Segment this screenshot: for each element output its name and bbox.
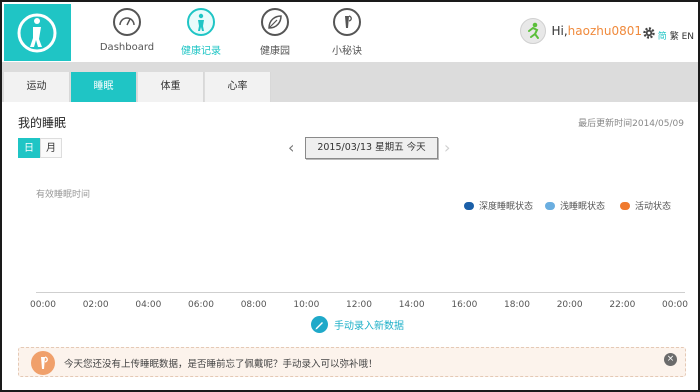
- legend-dot-icon: [464, 201, 474, 210]
- x-tick-label: 04:00: [135, 300, 162, 310]
- logo-icon: [17, 13, 57, 53]
- manual-entry-label: 手动录入新数据: [334, 321, 404, 332]
- page-title: 我的睡眠: [18, 116, 67, 130]
- legend-dot-icon: [545, 201, 555, 210]
- x-tick-label: 10:00: [293, 300, 320, 310]
- runner-icon: [528, 22, 540, 39]
- nav-label: 小秘诀: [332, 46, 362, 57]
- avatar[interactable]: [520, 18, 547, 44]
- tab-sleep[interactable]: 睡眠: [71, 72, 137, 102]
- x-tick-label: 08:00: [240, 300, 267, 310]
- user-menu[interactable]: Hi,haozhu0801: [520, 18, 642, 44]
- nav-label: 健康记录: [181, 46, 221, 57]
- dashboard-gauge-icon: [113, 8, 141, 36]
- tab-weight[interactable]: 体重: [138, 72, 204, 102]
- nav-label: 健康园: [260, 46, 290, 57]
- tip-icon: [31, 351, 55, 375]
- body-figure-icon: [187, 8, 215, 36]
- notice-banner: 今天您还没有上传睡眠数据，是否睡前忘了佩戴呢？手动录入可以弥补哦！ ×: [18, 347, 686, 377]
- prev-date-chevron-icon[interactable]: ‹: [288, 140, 300, 156]
- greeting: Hi,haozhu0801: [551, 24, 642, 38]
- legend-activity: 活动状态: [620, 199, 671, 212]
- nav-item-dashboard[interactable]: Dashboard: [87, 8, 167, 53]
- x-tick-label: 14:00: [398, 300, 425, 310]
- legend-light-sleep: 浅睡眠状态: [545, 199, 605, 212]
- legend-label: 浅睡眠状态: [560, 202, 606, 212]
- leaf-icon: [261, 8, 289, 36]
- date-display[interactable]: 2015/03/13 星期五 今天: [305, 137, 438, 159]
- mode-day-button[interactable]: 日: [18, 138, 40, 158]
- lang-english[interactable]: EN: [682, 32, 694, 42]
- close-icon[interactable]: ×: [664, 353, 677, 366]
- greeting-text: Hi,: [551, 24, 568, 38]
- mode-month-button[interactable]: 月: [40, 138, 62, 158]
- nav-item-tips[interactable]: 小秘诀: [307, 8, 387, 57]
- lang-simplified[interactable]: 简: [658, 32, 667, 42]
- language-switcher: 简 繁 EN: [658, 29, 694, 42]
- x-tick-label: 06:00: [188, 300, 214, 310]
- x-tick-label: 22:00: [609, 300, 636, 310]
- lang-traditional[interactable]: 繁: [670, 32, 679, 42]
- manual-entry-link[interactable]: 手动录入新数据: [311, 316, 404, 333]
- nav-label: Dashboard: [99, 42, 155, 53]
- x-tick-label: 12:00: [346, 300, 372, 310]
- legend-dot-icon: [620, 201, 630, 210]
- notice-text: 今天您还没有上传睡眠数据，是否睡前忘了佩戴呢？手动录入可以弥补哦！: [64, 359, 378, 370]
- app-logo[interactable]: [4, 4, 71, 61]
- legend-deep-sleep: 深度睡眠状态: [464, 199, 533, 212]
- chart-x-axis: [36, 292, 685, 293]
- x-tick-label: 00:00: [30, 300, 56, 310]
- next-date-chevron-icon[interactable]: ›: [444, 140, 456, 156]
- nav-item-health-garden[interactable]: 健康园: [235, 8, 315, 57]
- tip-icon: [333, 8, 361, 36]
- x-tick-label: 02:00: [82, 300, 109, 310]
- legend-label: 活动状态: [635, 202, 672, 212]
- chart-y-label: 有效睡眠时间: [36, 190, 91, 200]
- legend-label: 深度睡眠状态: [479, 202, 534, 212]
- pencil-icon: [311, 316, 328, 333]
- tab-bar: 运动 睡眠 体重 心率: [2, 62, 698, 102]
- x-tick-label: 18:00: [504, 300, 530, 310]
- x-tick-label: 20:00: [556, 300, 583, 310]
- tab-heart-rate[interactable]: 心率: [205, 72, 271, 102]
- tab-exercise[interactable]: 运动: [4, 72, 70, 102]
- username[interactable]: haozhu0801: [568, 24, 642, 38]
- nav-item-health-record[interactable]: 健康记录: [161, 8, 241, 57]
- chart-x-ticks: 00:00 02:00 04:00 06:00 08:00 10:00 12:00 14:00…: [0, 300, 700, 314]
- gear-icon[interactable]: [642, 26, 656, 40]
- last-updated: 最后更新时间2014/05/09: [578, 119, 684, 129]
- x-tick-label: 16:00: [451, 300, 478, 310]
- x-tick-label: 00:00: [662, 300, 688, 310]
